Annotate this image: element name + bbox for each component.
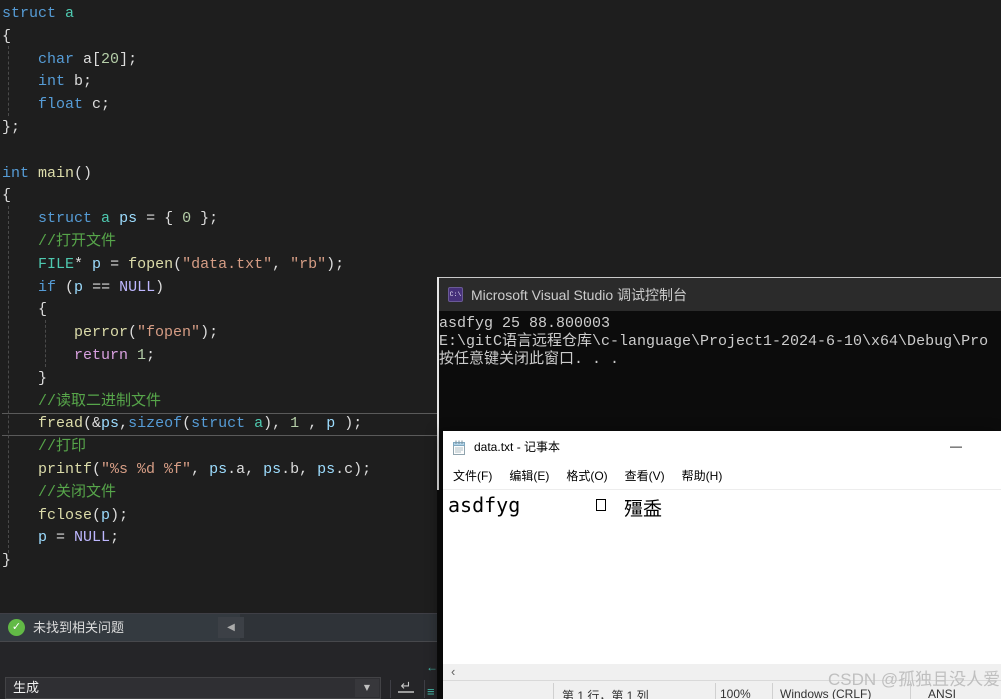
- console-titlebar[interactable]: C:\ Microsoft Visual Studio 调试控制台: [439, 278, 1001, 311]
- status-separator: [772, 683, 773, 699]
- notepad-icon: [451, 439, 467, 461]
- menu-item[interactable]: 格式(O): [559, 464, 614, 489]
- indent-guide: [45, 320, 46, 367]
- output-source-dropdown[interactable]: 生成 ▼: [5, 677, 381, 699]
- code-line[interactable]: //关闭文件: [2, 482, 437, 505]
- code-line[interactable]: //打印: [2, 436, 437, 459]
- collapse-left-icon[interactable]: ◀: [218, 617, 244, 638]
- code-line[interactable]: //打开文件: [2, 231, 437, 254]
- console-title: Microsoft Visual Studio 调试控制台: [471, 287, 688, 303]
- code-line[interactable]: float c;: [2, 94, 437, 117]
- notepad-window[interactable]: data.txt - 记事本 — 文件(F) 编辑(E) 格式(O) 查看(V) 帮助(…: [443, 431, 1001, 699]
- code-line[interactable]: p = NULL;: [2, 527, 437, 550]
- problems-label: 未找到相关问题: [33, 620, 125, 635]
- code-line[interactable]: {: [2, 185, 437, 208]
- console-line: E:\gitC语言远程仓库\c-language\Project1-2024-6…: [439, 333, 989, 350]
- code-line[interactable]: }: [2, 368, 437, 391]
- status-separator: [715, 683, 716, 699]
- indent-guide: [8, 46, 9, 116]
- console-line: asdfyg 25 88.800003: [439, 315, 611, 332]
- code-line[interactable]: {: [2, 299, 437, 322]
- keep-results-icon[interactable]: ↵: [398, 678, 414, 693]
- code-line[interactable]: int main(): [2, 163, 437, 186]
- code-line[interactable]: struct a: [2, 3, 437, 26]
- output-panel: 生成 ▼ ↵: [0, 642, 437, 699]
- problems-bar-right-section: [240, 614, 437, 641]
- notepad-title: data.txt - 记事本: [474, 440, 561, 454]
- output-source-label: 生成: [13, 680, 40, 695]
- status-segment: 100%: [720, 687, 751, 699]
- control-char-box-glyph: [596, 499, 606, 511]
- check-circle-icon: ✓: [8, 619, 25, 636]
- indent-guide: [8, 206, 9, 553]
- chevron-down-icon[interactable]: ▼: [355, 679, 379, 697]
- status-segment: 第 1 行，第 1 列: [562, 689, 649, 699]
- code-line[interactable]: {: [2, 26, 437, 49]
- code-line[interactable]: perror("fopen");: [2, 322, 437, 345]
- code-line[interactable]: [2, 140, 437, 163]
- code-line[interactable]: return 1;: [2, 345, 437, 368]
- code-line[interactable]: char a[20];: [2, 49, 437, 72]
- notepad-text: asdfyg: [448, 493, 521, 517]
- problems-bar[interactable]: ✓ 未找到相关问题 ◀: [0, 614, 437, 641]
- notepad-text-area[interactable]: asdfyg 殭盉: [443, 491, 1001, 664]
- notepad-titlebar[interactable]: data.txt - 记事本 —: [443, 431, 1001, 464]
- code-line[interactable]: }: [2, 550, 437, 573]
- notepad-garbled-text: 殭盉: [624, 498, 663, 520]
- code-line[interactable]: struct a ps = { 0 };: [2, 208, 437, 231]
- console-line: 按任意键关闭此窗口. . .: [439, 351, 620, 368]
- code-line[interactable]: printf("%s %d %f", ps.a, ps.b, ps.c);: [2, 459, 437, 482]
- status-separator: [553, 683, 554, 699]
- menu-item[interactable]: 帮助(H): [675, 464, 730, 489]
- csdn-watermark: CSDN @孤独且没人爱的纸鹤: [828, 670, 1001, 689]
- code-line[interactable]: FILE* p = fopen("data.txt", "rb");: [2, 254, 437, 277]
- minimize-icon[interactable]: —: [941, 431, 971, 464]
- code-line[interactable]: //读取二进制文件: [2, 391, 437, 414]
- code-line[interactable]: };: [2, 117, 437, 140]
- console-icon: C:\: [448, 287, 463, 302]
- menu-item[interactable]: 文件(F): [446, 464, 499, 489]
- menu-item[interactable]: 编辑(E): [502, 464, 556, 489]
- code-line[interactable]: if (p == NULL): [2, 277, 437, 300]
- scroll-left-icon[interactable]: ‹: [451, 664, 455, 680]
- toolbar-separator: [424, 680, 425, 698]
- code-line[interactable]: int b;: [2, 71, 437, 94]
- word-wrap-icon[interactable]: ≡: [427, 684, 435, 699]
- notepad-menubar: 文件(F) 编辑(E) 格式(O) 查看(V) 帮助(H): [443, 464, 1001, 490]
- toolbar-separator: [390, 680, 391, 698]
- code-line[interactable]: fread(&ps,sizeof(struct a), 1 , p );: [2, 413, 437, 436]
- menu-item[interactable]: 查看(V): [618, 464, 672, 489]
- code-line[interactable]: fclose(p);: [2, 505, 437, 528]
- code-lines[interactable]: struct a{ char a[20]; int b; float c;}; i…: [2, 3, 437, 573]
